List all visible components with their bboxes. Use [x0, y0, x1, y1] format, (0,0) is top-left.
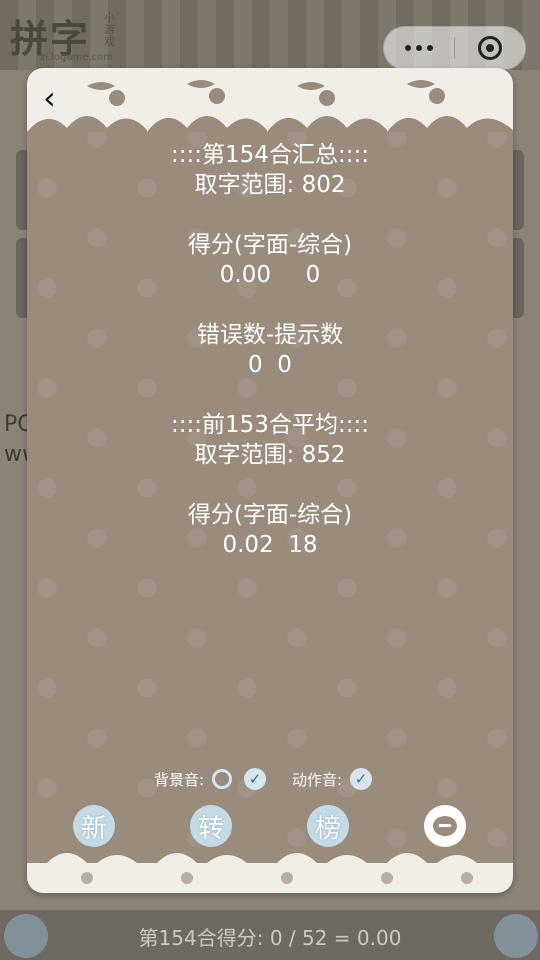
action-sound-label: 动作音: [292, 770, 343, 789]
new-button[interactable]: 新 [73, 805, 115, 847]
current-score-value: 0.00 0 [219, 262, 321, 288]
miniprogram-capsule [383, 26, 526, 70]
sound-settings: 背景音: ✓ 动作音: ✓ [27, 768, 513, 790]
ornament-bottom-border [27, 853, 513, 893]
action-sound-checkbox[interactable]: ✓ [350, 768, 373, 790]
app-logo-url: zi.logame.com [40, 52, 114, 63]
bg-sound-checkbox[interactable]: ✓ [244, 768, 266, 790]
current-round-header: ::::第154合汇总:::: [171, 142, 369, 168]
current-errors-value: 0 0 [248, 352, 292, 378]
bottom-score: 第154合得分: 0 / 52 = 0.00 [138, 926, 402, 950]
more-dots-icon[interactable] [384, 45, 454, 51]
summary-modal: ‹ ::::第154合汇总:::: 取字范围: 802 得分(字面-综合) 0.… [27, 68, 513, 893]
current-score-label: 得分(字面-综合) [187, 232, 353, 258]
stats-panel: ::::第154合汇总:::: 取字范围: 802 得分(字面-综合) 0.00… [27, 140, 513, 560]
previous-score-label: 得分(字面-综合) [187, 502, 353, 528]
previous-avg-header: ::::前153合平均:::: [171, 412, 369, 438]
bg-sound-radio[interactable] [212, 769, 232, 789]
hint-bulb-icon[interactable] [494, 914, 538, 958]
current-errors-label: 错误数-提示数 [196, 322, 344, 348]
previous-range: 取字范围: 852 [194, 442, 346, 468]
target-close-icon[interactable] [455, 36, 525, 60]
action-buttons: 新 转 榜 [27, 805, 513, 847]
back-chevron-icon[interactable]: ‹ [43, 78, 73, 118]
chat-bubble-icon[interactable] [424, 805, 466, 847]
app-logo-subtitle: 小游戏 [104, 11, 115, 48]
ornament-top-border [27, 68, 513, 132]
leaderboard-button[interactable]: 榜 [307, 805, 349, 847]
previous-score-value: 0.02 18 [222, 532, 318, 558]
current-range: 取字范围: 802 [194, 172, 346, 198]
switch-button[interactable]: 转 [190, 805, 232, 847]
bg-sound-label: 背景音: [153, 770, 204, 789]
